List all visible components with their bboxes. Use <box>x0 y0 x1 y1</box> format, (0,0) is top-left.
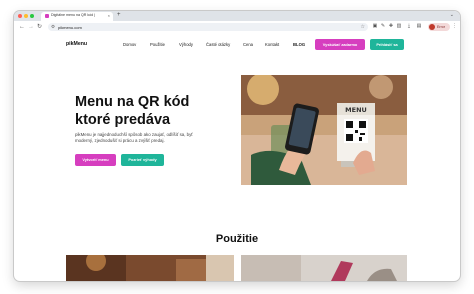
site-logo[interactable]: pikMenu <box>66 41 87 47</box>
nav-home[interactable]: Domov <box>123 42 136 47</box>
menu-kebab-icon[interactable]: ⋮ <box>452 23 457 30</box>
address-url: pikmenu.com <box>58 24 82 30</box>
download-icon[interactable]: ⤓ <box>406 23 412 30</box>
nav-price[interactable]: Cena <box>243 42 253 47</box>
bookmark-star-icon[interactable]: ☆ <box>361 24 365 30</box>
pen-icon[interactable]: ✎ <box>380 23 386 30</box>
hero-title-line2: ktoré predáva <box>75 112 171 128</box>
extension-icon[interactable]: ▣ <box>372 23 378 30</box>
puzzle-icon[interactable]: ✚ <box>388 23 394 30</box>
hero-title-line1: Menu na QR kód <box>75 94 190 110</box>
hero-description: pikMenu je najjednoduchší spôsob ako zau… <box>75 132 193 144</box>
close-window-dot[interactable] <box>18 14 22 18</box>
nav-usage[interactable]: Použitie <box>150 42 165 47</box>
login-button[interactable]: Prihlásiť sa <box>370 39 404 50</box>
usage-image-right <box>241 255 407 281</box>
forward-icon[interactable]: → <box>28 23 34 31</box>
minimize-window-dot[interactable] <box>24 14 28 18</box>
hero-title: Menu na QR kód ktoré predáva <box>75 93 235 129</box>
usage-image-left <box>66 255 234 281</box>
browser-window: Digitálne menu na QR kód | × + ⌄ ← → ↻ ⚙… <box>14 11 460 281</box>
hero-photo-qr-menu: MENU <box>241 75 407 185</box>
nav-benefits[interactable]: Výhody <box>179 42 193 47</box>
tab-search-icon[interactable]: ⌄ <box>450 12 454 18</box>
nav-faq[interactable]: Časté otázky <box>206 42 230 47</box>
tab-strip: Digitálne menu na QR kód | × + ⌄ <box>14 11 460 21</box>
profile-button[interactable]: Error <box>428 23 450 31</box>
reload-icon[interactable]: ↻ <box>37 23 42 31</box>
maximize-window-dot[interactable] <box>30 14 34 18</box>
profile-label: Error <box>437 24 445 29</box>
back-icon[interactable]: ← <box>19 23 25 31</box>
avatar <box>429 24 435 30</box>
nav-blog[interactable]: BLOG <box>293 42 305 47</box>
new-tab-icon[interactable]: + <box>117 12 121 19</box>
sign-menu-text: MENU <box>345 106 367 114</box>
nav-contact[interactable]: Kontakt <box>265 42 279 47</box>
section-title-usage: Použitie <box>215 233 259 245</box>
address-bar[interactable]: ⚙ pikmenu.com ☆ <box>48 23 368 31</box>
create-menu-button[interactable]: Vytvoriť menu <box>75 154 116 166</box>
split-view-icon[interactable]: ▤ <box>416 23 422 30</box>
browser-tab[interactable]: Digitálne menu na QR kód | × <box>41 12 113 21</box>
site-header: pikMenu Domov Použitie Výhody Časté otáz… <box>14 33 460 57</box>
view-benefits-button[interactable]: Pozrieť výhody <box>121 154 164 166</box>
site-info-icon[interactable]: ⚙ <box>51 24 55 30</box>
try-free-button[interactable]: Vyskúšať zadarmo <box>315 39 365 50</box>
tab-title: Digitálne menu na QR kód | <box>51 13 96 17</box>
site-favicon-icon <box>45 14 49 18</box>
sidebar-icon[interactable]: ▥ <box>396 23 402 30</box>
close-tab-icon[interactable]: × <box>108 13 110 18</box>
